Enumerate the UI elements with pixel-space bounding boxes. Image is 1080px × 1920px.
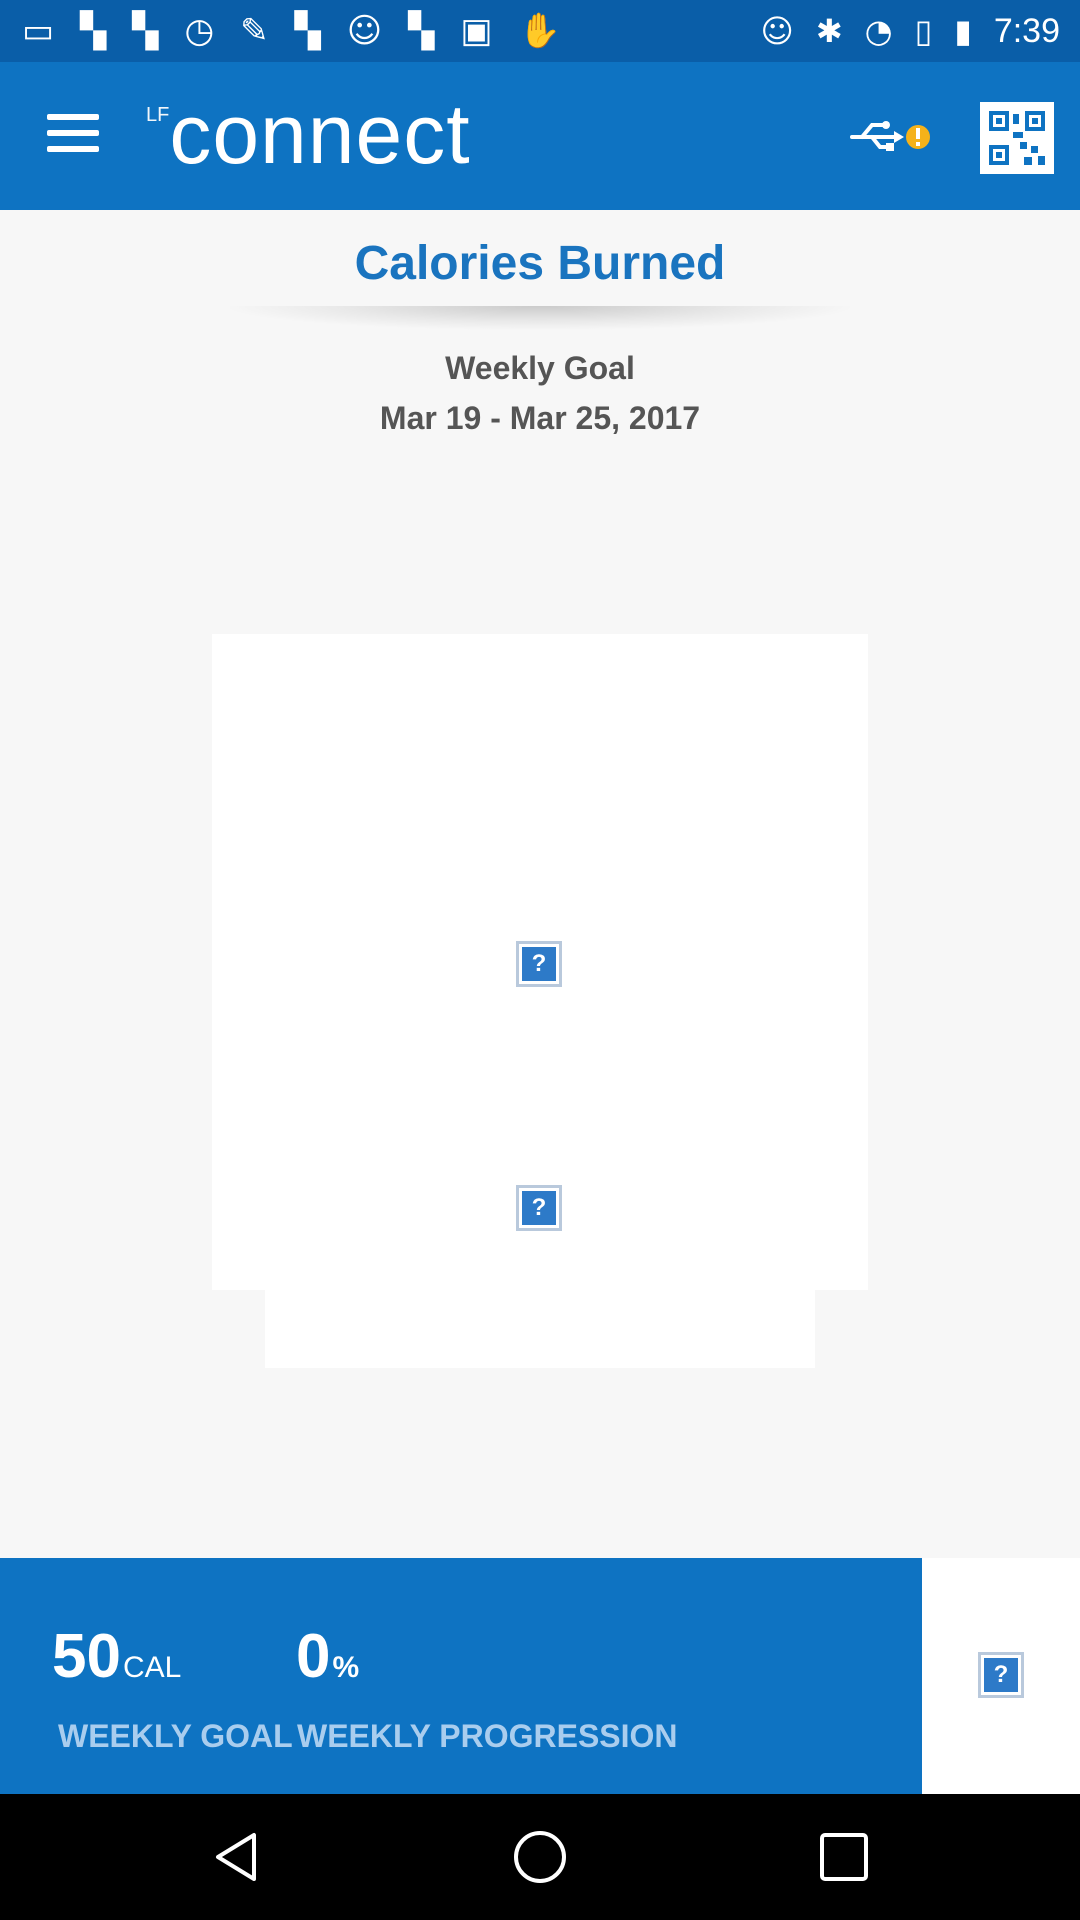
bluetooth-icon: ✱ <box>815 12 843 50</box>
recents-icon <box>820 1833 868 1881</box>
flipboard-icon: ▚ <box>80 11 107 51</box>
weekly-summary: 50CAL WEEKLY GOAL 0% WEEKLY PROGRESSION <box>0 1558 922 1794</box>
broken-image-icon: ? <box>516 941 562 987</box>
app-bar: LF connect <box>0 62 1080 210</box>
qr-code-button[interactable] <box>980 102 1054 174</box>
progress-value: 0 <box>296 1622 331 1691</box>
smiley-icon: ☺ <box>760 12 794 50</box>
flipboard-icon: ▚ <box>132 11 159 51</box>
broken-image-icon: ? <box>516 1185 562 1231</box>
chart-image-panel-extension <box>265 1288 815 1368</box>
goal-label: WEEKLY GOAL <box>58 1718 293 1754</box>
back-icon <box>216 1833 256 1881</box>
progress-label: WEEKLY PROGRESSION <box>297 1718 678 1754</box>
logo-prefix: LF <box>146 104 170 126</box>
flipboard-icon: ▚ <box>408 11 435 51</box>
status-bar: ▭ ▚ ▚ ◷ ✎ ▚ ☺ ▚ ▣ ✋ ☺ ✱ ◔ ▯ ▮ 7:39 <box>0 0 1080 62</box>
timer-icon: ◷ <box>184 11 215 51</box>
wrench-icon: ✎ <box>240 11 269 51</box>
flipboard-icon: ▚ <box>294 11 321 51</box>
status-time: 7:39 <box>993 11 1060 50</box>
usb-warning-icon <box>850 121 930 151</box>
goal-unit: CAL <box>122 1651 182 1684</box>
menu-button[interactable] <box>40 114 106 160</box>
qt-icon: ▣ <box>460 11 493 51</box>
smiley-icon: ☺ <box>346 11 383 51</box>
home-icon <box>514 1831 566 1883</box>
hamburger-icon <box>40 114 106 152</box>
goal-stat: 50CAL <box>52 1626 181 1699</box>
notification-icons: ▭ ▚ ▚ ◷ ✎ ▚ ☺ ▚ ▣ ✋ <box>22 8 561 54</box>
battery-icon: ▮ <box>954 12 972 50</box>
broken-image-icon: ? <box>978 1652 1024 1698</box>
question-mark-glyph: ? <box>522 1191 556 1225</box>
usb-connection-button[interactable] <box>848 112 932 162</box>
recents-button[interactable] <box>814 1827 874 1887</box>
progress-unit: % <box>332 1651 360 1684</box>
page-title: Calories Burned <box>354 237 726 290</box>
goal-subtitle: Weekly Goal <box>445 350 635 386</box>
vibrate-icon: ▯ <box>914 12 933 50</box>
alarm-icon: ◔ <box>864 12 893 50</box>
message-icon: ▭ <box>22 11 55 51</box>
navigation-bar <box>0 1794 1080 1920</box>
gesture-icon: ✋ <box>518 11 561 51</box>
question-mark-glyph: ? <box>522 947 556 981</box>
logo-text: connect <box>169 87 471 181</box>
date-range: Mar 19 - Mar 25, 2017 <box>379 400 701 436</box>
progress-stat: 0% <box>296 1626 359 1699</box>
question-mark-glyph: ? <box>984 1658 1018 1692</box>
app-logo: LF connect <box>146 84 471 184</box>
goal-value: 50 <box>52 1622 121 1691</box>
back-button[interactable] <box>208 1827 268 1887</box>
home-button[interactable] <box>510 1827 570 1887</box>
system-icons: ☺ ✱ ◔ ▯ ▮ 7:39 <box>761 8 1061 54</box>
qr-code-icon <box>980 102 1054 174</box>
title-divider <box>230 306 850 330</box>
